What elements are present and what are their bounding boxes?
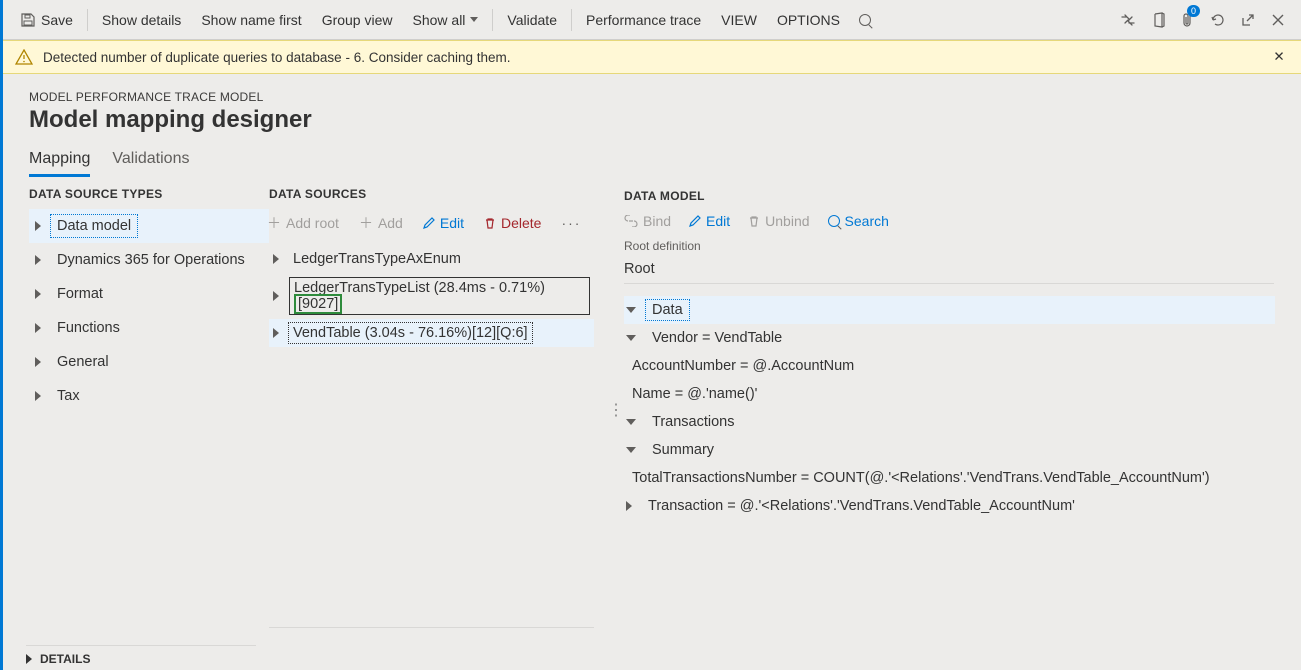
expand-icon bbox=[273, 328, 279, 338]
expand-icon bbox=[35, 221, 41, 231]
bind-button[interactable]: Bind bbox=[624, 213, 671, 229]
validate-button[interactable]: Validate bbox=[497, 0, 567, 40]
performance-trace-button[interactable]: Performance trace bbox=[576, 0, 711, 40]
divider bbox=[269, 627, 594, 628]
show-details-button[interactable]: Show details bbox=[92, 0, 191, 40]
expand-icon bbox=[35, 323, 41, 333]
popout-button[interactable] bbox=[1233, 0, 1263, 40]
ds-item-vendtable[interactable]: VendTable (3.04s - 76.16%)[12][Q:6] bbox=[269, 319, 594, 347]
warning-text: Detected number of duplicate queries to … bbox=[43, 50, 511, 65]
show-all-dropdown[interactable]: Show all bbox=[403, 0, 489, 40]
save-button[interactable]: Save bbox=[11, 0, 83, 40]
root-definition-label: Root definition bbox=[624, 239, 1275, 253]
dm-node-total[interactable]: TotalTransactionsNumber = COUNT(@.'<Rela… bbox=[624, 464, 1275, 492]
expand-icon bbox=[26, 654, 32, 664]
trace-count-highlight: [9027] bbox=[294, 294, 342, 314]
dm-node-transactions[interactable]: Transactions bbox=[624, 408, 1275, 436]
warning-bar: Detected number of duplicate queries to … bbox=[3, 40, 1301, 74]
collapse-icon bbox=[626, 335, 636, 341]
office-button[interactable] bbox=[1143, 0, 1173, 40]
tab-mapping[interactable]: Mapping bbox=[29, 150, 90, 177]
dm-node-summary[interactable]: Summary bbox=[624, 436, 1275, 464]
options-button[interactable]: OPTIONS bbox=[767, 0, 850, 40]
group-view-button[interactable]: Group view bbox=[312, 0, 403, 40]
ds-type-general[interactable]: General bbox=[29, 345, 269, 379]
save-label: Save bbox=[41, 12, 73, 28]
edit-button[interactable]: Edit bbox=[689, 213, 730, 229]
root-definition-value[interactable]: Root bbox=[624, 257, 1274, 284]
search-icon bbox=[828, 215, 840, 227]
separator bbox=[492, 9, 493, 31]
ds-item-ledgertranstypelist[interactable]: LedgerTransTypeList (28.4ms - 0.71%)[902… bbox=[269, 273, 594, 319]
separator bbox=[87, 9, 88, 31]
dm-header: DATA MODEL bbox=[624, 189, 1275, 203]
expand-icon bbox=[626, 501, 632, 511]
search-button[interactable]: Search bbox=[828, 213, 889, 229]
ds-type-tax[interactable]: Tax bbox=[29, 379, 269, 413]
page-title: Model mapping designer bbox=[29, 106, 1275, 134]
vertical-drag-handle[interactable]: ⋮ bbox=[608, 400, 624, 420]
tab-validations[interactable]: Validations bbox=[112, 150, 189, 177]
dm-tree: Data Vendor = VendTable AccountNumber = … bbox=[624, 296, 1275, 520]
save-icon bbox=[21, 13, 35, 27]
expand-icon bbox=[273, 254, 279, 264]
ds-tree: LedgerTransTypeAxEnum LedgerTransTypeLis… bbox=[269, 245, 594, 347]
expand-icon bbox=[273, 291, 279, 301]
expand-icon bbox=[35, 289, 41, 299]
warning-icon bbox=[15, 49, 33, 65]
more-actions-button[interactable]: ··· bbox=[557, 211, 585, 235]
delete-button[interactable]: Delete bbox=[480, 211, 545, 235]
dismiss-warning-button[interactable]: ✕ bbox=[1269, 49, 1289, 65]
ds-type-format[interactable]: Format bbox=[29, 277, 269, 311]
attachments-badge: 0 bbox=[1187, 5, 1200, 17]
command-bar: Save Show details Show name first Group … bbox=[3, 0, 1301, 40]
ds-item-ledgertranstypeaxenum[interactable]: LedgerTransTypeAxEnum bbox=[269, 245, 594, 273]
ds-type-data-model[interactable]: Data model bbox=[29, 209, 269, 243]
expand-icon bbox=[35, 357, 41, 367]
search-button[interactable] bbox=[850, 0, 880, 40]
dm-node-vendor[interactable]: Vendor = VendTable bbox=[624, 324, 1275, 352]
details-section[interactable]: DETAILS bbox=[26, 645, 256, 666]
attachments-button[interactable]: 0 bbox=[1173, 0, 1203, 40]
ds-actions: ＋Add root ＋Add Edit Delete ··· bbox=[263, 209, 594, 237]
collapse-icon bbox=[626, 419, 636, 425]
expand-icon bbox=[35, 255, 41, 265]
view-button[interactable]: VIEW bbox=[711, 0, 767, 40]
data-sources-panel: DATA SOURCES ＋Add root ＋Add Edit Delete … bbox=[269, 187, 594, 628]
add-root-button[interactable]: ＋Add root bbox=[263, 209, 343, 237]
ds-header: DATA SOURCES bbox=[269, 187, 594, 201]
ds-types-header: DATA SOURCE TYPES bbox=[29, 187, 269, 201]
data-model-panel: DATA MODEL Bind Edit Unbind Search Root … bbox=[594, 187, 1275, 520]
dm-node-transaction[interactable]: Transaction = @.'<Relations'.'VendTrans.… bbox=[624, 492, 1275, 520]
refresh-button[interactable] bbox=[1203, 0, 1233, 40]
close-button[interactable] bbox=[1263, 0, 1293, 40]
show-name-first-button[interactable]: Show name first bbox=[191, 0, 311, 40]
ds-type-d365fo[interactable]: Dynamics 365 for Operations bbox=[29, 243, 269, 277]
link-button[interactable] bbox=[1113, 0, 1143, 40]
ds-type-functions[interactable]: Functions bbox=[29, 311, 269, 345]
collapse-icon bbox=[626, 447, 636, 453]
data-source-types-panel: DATA SOURCE TYPES Data model Dynamics 36… bbox=[29, 187, 269, 413]
separator bbox=[571, 9, 572, 31]
edit-button[interactable]: Edit bbox=[419, 211, 468, 235]
chevron-down-icon bbox=[470, 17, 478, 22]
dm-actions: Bind Edit Unbind Search bbox=[624, 213, 1275, 229]
details-label: DETAILS bbox=[40, 652, 90, 666]
dm-node-data[interactable]: Data bbox=[624, 296, 1275, 324]
expand-icon bbox=[35, 391, 41, 401]
dm-node-accountnum[interactable]: AccountNumber = @.AccountNum bbox=[624, 352, 1275, 380]
dm-node-name[interactable]: Name = @.'name()' bbox=[624, 380, 1275, 408]
add-button[interactable]: ＋Add bbox=[355, 209, 407, 237]
collapse-icon bbox=[626, 307, 636, 313]
breadcrumb: MODEL PERFORMANCE TRACE MODEL bbox=[29, 90, 1275, 104]
unbind-button[interactable]: Unbind bbox=[748, 213, 809, 229]
search-icon bbox=[859, 14, 871, 26]
tabs: Mapping Validations bbox=[3, 142, 1301, 177]
